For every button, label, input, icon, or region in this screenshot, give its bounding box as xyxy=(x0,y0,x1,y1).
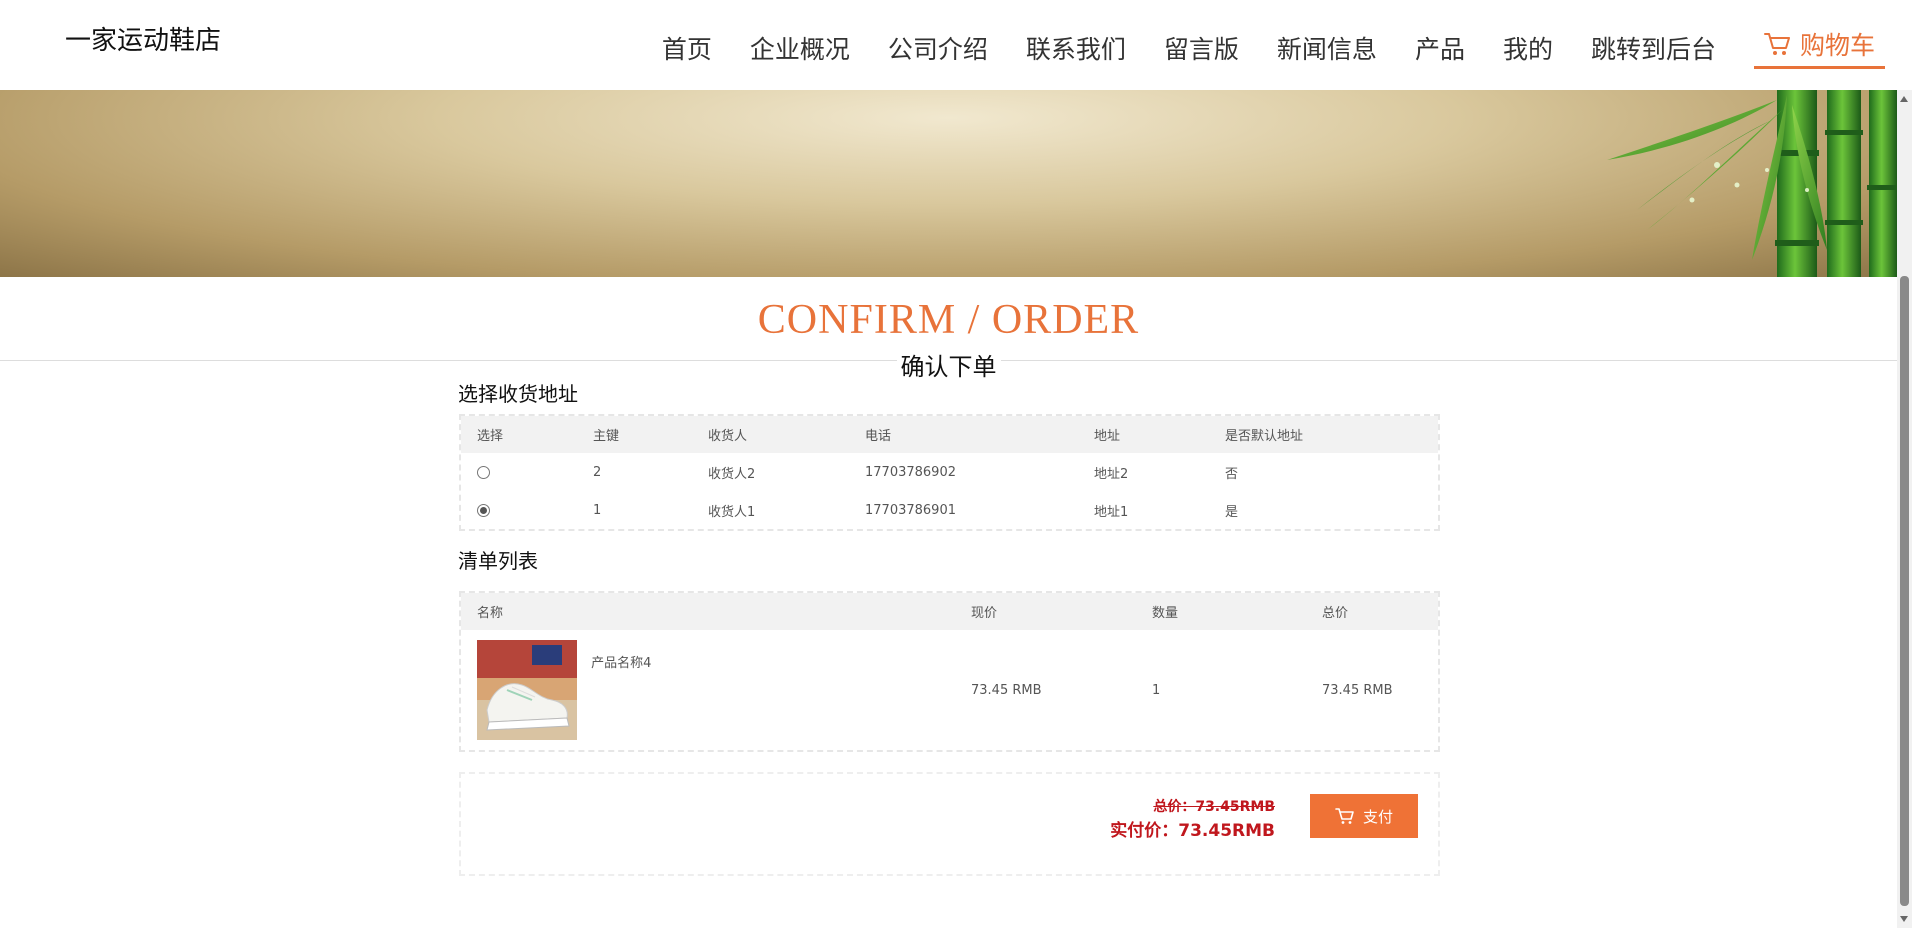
nav-guestbook[interactable]: 留言版 xyxy=(1164,30,1239,66)
table-row[interactable]: 1 收货人1 17703786901 地址1 是 xyxy=(461,491,1438,529)
page-title-en: CONFIRM / ORDER xyxy=(757,297,1140,343)
cart-icon xyxy=(1763,33,1790,55)
nav-company-overview[interactable]: 企业概况 xyxy=(750,30,850,66)
nav-contact[interactable]: 联系我们 xyxy=(1026,30,1126,66)
address-radio[interactable] xyxy=(477,465,490,479)
bamboo-decoration xyxy=(1607,90,1897,277)
address-section-title: 选择收货地址 xyxy=(458,382,578,406)
col-name: 名称 xyxy=(461,593,955,630)
list-table-box: 名称 现价 数量 总价 产品名称4 73.45 RMB 1 73.45 RMB xyxy=(459,591,1440,752)
address-phone: 17703786902 xyxy=(865,464,956,480)
original-total-price: 总价：73.45RMB xyxy=(1153,799,1275,815)
address-id: 2 xyxy=(593,464,602,480)
nav-news[interactable]: 新闻信息 xyxy=(1277,30,1377,66)
list-section-title: 清单列表 xyxy=(458,549,538,573)
address-address: 地址2 xyxy=(1094,466,1129,482)
address-table-box: 选择 主键 收货人 电话 地址 是否默认地址 2 收货人2 1770378690… xyxy=(459,414,1440,531)
scroll-thumb[interactable] xyxy=(1900,276,1909,906)
list-header-row: 名称 现价 数量 总价 xyxy=(461,593,1438,630)
cart-label: 购物车 xyxy=(1799,31,1875,60)
product-total: 73.45 RMB xyxy=(1322,682,1393,698)
address-is-default: 是 xyxy=(1225,504,1239,520)
col-id: 主键 xyxy=(577,416,692,453)
scroll-down-arrow-icon[interactable] xyxy=(1900,916,1908,922)
product-price: 73.45 RMB xyxy=(971,682,1042,698)
col-receiver: 收货人 xyxy=(692,416,849,453)
col-is-default: 是否默认地址 xyxy=(1209,416,1438,453)
table-row[interactable]: 2 收货人2 17703786902 地址2 否 xyxy=(461,453,1438,491)
address-id: 1 xyxy=(593,502,602,518)
address-header-row: 选择 主键 收货人 电话 地址 是否默认地址 xyxy=(461,416,1438,453)
col-select: 选择 xyxy=(461,416,577,453)
col-price: 现价 xyxy=(955,593,1136,630)
shoe-image-icon xyxy=(477,640,577,740)
payment-box: 总价：73.45RMB 实付价：73.45RMB 支付 xyxy=(459,772,1440,876)
address-receiver: 收货人2 xyxy=(708,466,756,482)
pay-button-label: 支付 xyxy=(1362,807,1393,826)
page-scrollbar[interactable] xyxy=(1897,90,1912,928)
main-nav: 首页 企业概况 公司介绍 联系我们 留言版 新闻信息 产品 我的 跳转到后台 购… xyxy=(643,26,1895,69)
address-address: 地址1 xyxy=(1094,504,1129,520)
site-logo[interactable]: 一家运动鞋店 xyxy=(65,20,221,57)
address-table: 选择 主键 收货人 电话 地址 是否默认地址 2 收货人2 1770378690… xyxy=(461,416,1438,529)
nav-products[interactable]: 产品 xyxy=(1415,30,1465,66)
product-thumbnail[interactable] xyxy=(477,640,577,740)
address-receiver: 收货人1 xyxy=(708,504,756,520)
page-title-zh: 确认下单 xyxy=(896,353,1001,381)
nav-admin[interactable]: 跳转到后台 xyxy=(1591,30,1716,66)
col-quantity: 数量 xyxy=(1136,593,1306,630)
actual-pay-price: 实付价：73.45RMB xyxy=(1110,821,1275,841)
table-row: 产品名称4 73.45 RMB 1 73.45 RMB xyxy=(461,630,1438,750)
address-radio[interactable] xyxy=(477,503,490,517)
nav-mine[interactable]: 我的 xyxy=(1503,30,1553,66)
product-quantity: 1 xyxy=(1152,682,1161,698)
scroll-up-arrow-icon[interactable] xyxy=(1900,96,1908,102)
pay-button[interactable]: 支付 xyxy=(1310,794,1418,838)
nav-company-intro[interactable]: 公司介绍 xyxy=(888,30,988,66)
product-name[interactable]: 产品名称4 xyxy=(591,652,651,671)
order-list-table: 名称 现价 数量 总价 产品名称4 73.45 RMB 1 73.45 RMB xyxy=(461,593,1438,750)
col-address: 地址 xyxy=(1078,416,1209,453)
col-total: 总价 xyxy=(1306,593,1438,630)
site-header: 一家运动鞋店 首页 企业概况 公司介绍 联系我们 留言版 新闻信息 产品 我的 … xyxy=(0,0,1895,90)
address-phone: 17703786901 xyxy=(865,502,956,518)
col-phone: 电话 xyxy=(849,416,1078,453)
nav-home[interactable]: 首页 xyxy=(662,30,712,66)
page-title-zh-wrap: 确认下单 xyxy=(0,347,1897,382)
nav-cart[interactable]: 购物车 xyxy=(1753,26,1885,69)
address-is-default: 否 xyxy=(1225,466,1239,482)
hero-banner xyxy=(0,90,1897,277)
cart-icon xyxy=(1335,808,1354,824)
